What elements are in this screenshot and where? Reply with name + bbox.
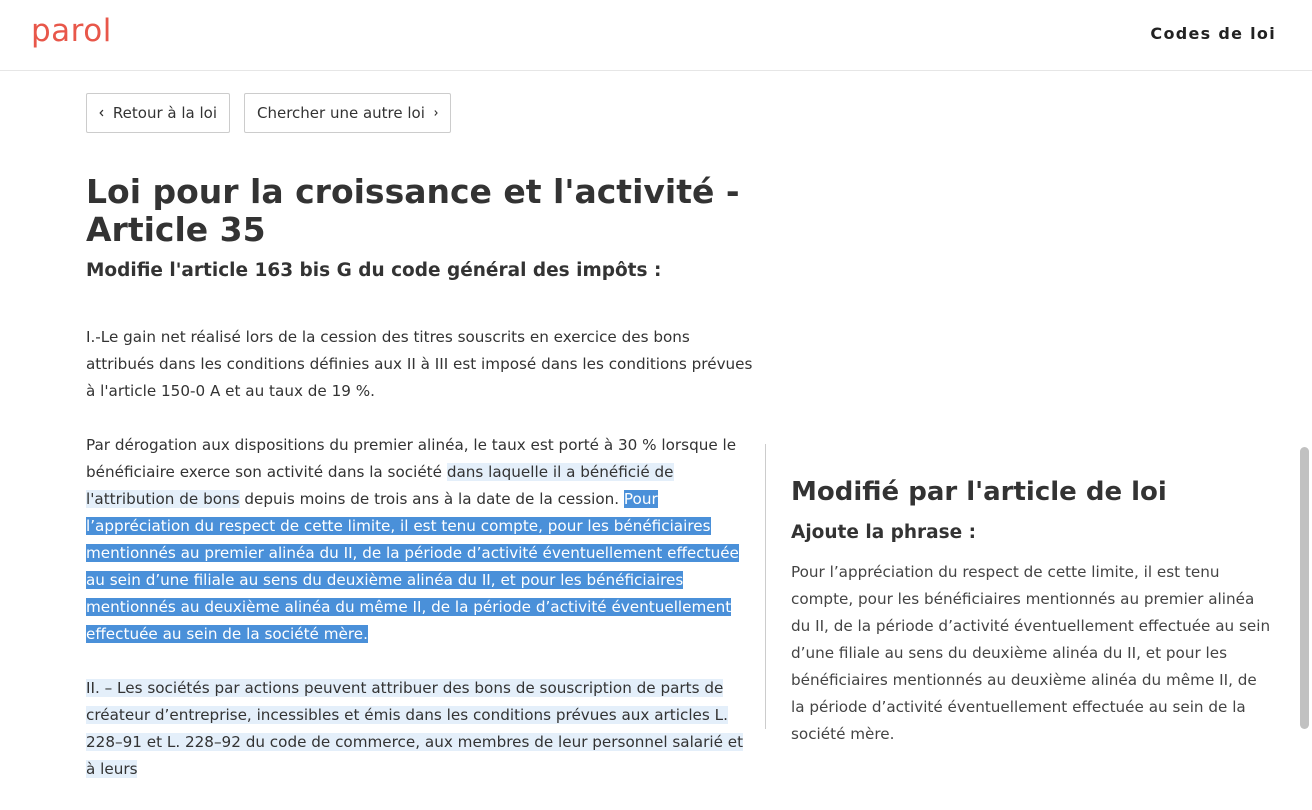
modification-text: Pour l’appréciation du respect de cette … [791,563,1271,743]
article-paragraph: I.-Le gain net réalisé lors de la cessio… [86,328,753,400]
search-other-law-label: Chercher une autre loi [257,104,425,122]
article-body: I.-Le gain net réalisé lors de la cessio… [86,324,756,810]
modification-title: Modifié par l'article de loi [791,477,1167,507]
site-header: parol Codes de loi [0,0,1312,71]
added-sentence-highlight: Pour l’appréciation du respect de cette … [86,490,739,643]
page-subtitle: Modifie l'article 163 bis G du code géné… [86,260,662,281]
chevron-left-icon [99,109,104,117]
back-to-law-label: Retour à la loi [112,104,217,122]
page-title: Loi pour la croissance et l'activité - A… [86,172,740,249]
column-divider [765,444,766,729]
modification-subtitle: Ajoute la phrase : [791,522,977,543]
search-other-law-button[interactable]: Chercher une autre loi [244,93,451,133]
nav-codes-de-loi[interactable]: Codes de loi [1150,24,1276,43]
back-to-law-button[interactable]: Retour à la loi [86,93,230,133]
article-paragraph: II. – Les sociétés par actions peuvent a… [86,675,756,783]
paragraph-text: depuis moins de trois ans à la date de l… [239,490,624,508]
scrollbar-thumb[interactable] [1300,447,1309,729]
site-logo[interactable]: parol [31,13,112,49]
chevron-right-icon [434,110,438,116]
article-paragraph: Par dérogation aux dispositions du premi… [86,432,756,648]
